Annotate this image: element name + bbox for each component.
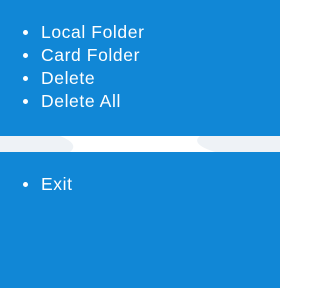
menu-item-label: Local Folder bbox=[41, 22, 145, 42]
bullet-icon bbox=[23, 182, 28, 187]
options-menu-panel: Local Folder Card Folder Delete Delete A… bbox=[0, 0, 280, 136]
menu-item-label: Delete All bbox=[41, 91, 121, 111]
menu-item-card-folder[interactable]: Card Folder bbox=[0, 44, 280, 67]
menu-screen: Local Folder Card Folder Delete Delete A… bbox=[0, 0, 280, 288]
menu-item-delete[interactable]: Delete bbox=[0, 67, 280, 90]
menu-item-local-folder[interactable]: Local Folder bbox=[0, 21, 280, 44]
menu-item-label: Card Folder bbox=[41, 45, 140, 65]
menu-item-delete-all[interactable]: Delete All bbox=[0, 90, 280, 113]
bullet-icon bbox=[23, 53, 28, 58]
menu-item-exit[interactable]: Exit bbox=[0, 173, 280, 196]
bullet-icon bbox=[23, 30, 28, 35]
bullet-icon bbox=[23, 76, 28, 81]
menu-item-label: Exit bbox=[41, 174, 73, 194]
options-menu: Local Folder Card Folder Delete Delete A… bbox=[0, 21, 280, 113]
bullet-icon bbox=[23, 99, 28, 104]
menu-item-label: Delete bbox=[41, 68, 96, 88]
exit-menu-panel: Exit bbox=[0, 152, 280, 288]
exit-menu: Exit bbox=[0, 173, 280, 196]
